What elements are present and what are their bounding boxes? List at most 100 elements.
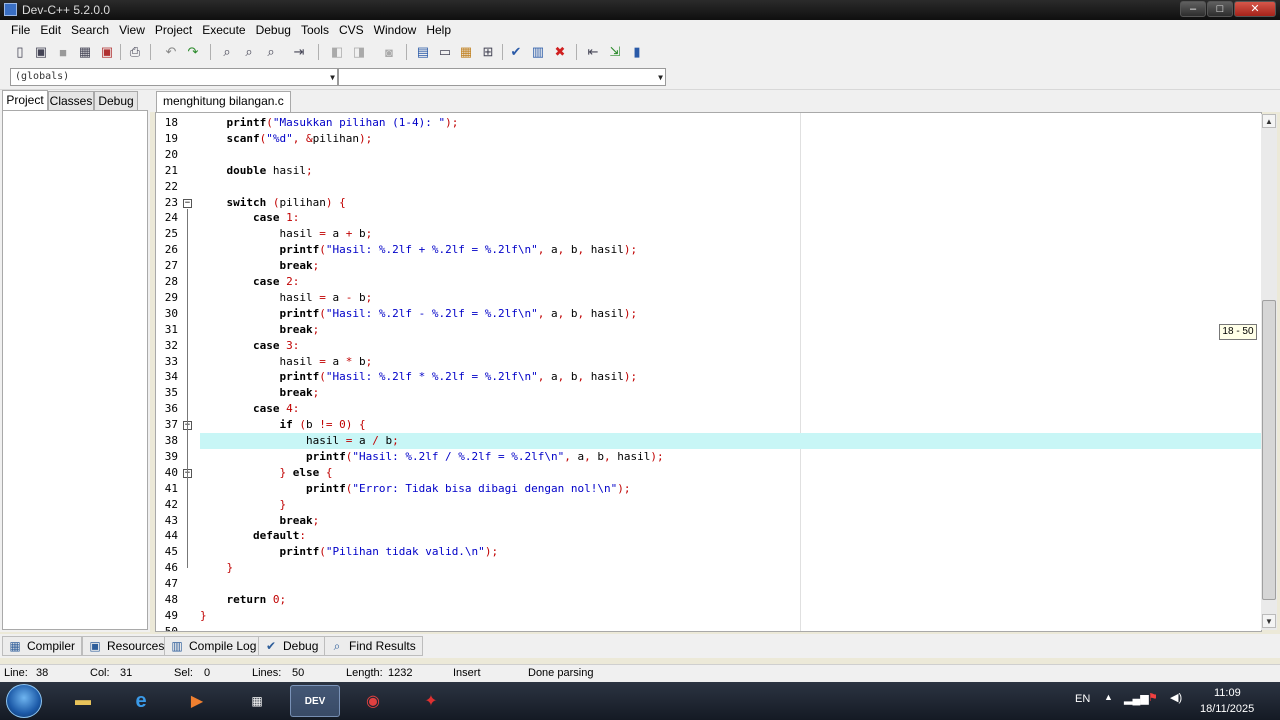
menu-file[interactable]: File bbox=[6, 23, 35, 37]
scroll-up-icon[interactable]: ▲ bbox=[1262, 114, 1276, 128]
language-indicator[interactable]: EN bbox=[1075, 693, 1090, 705]
explorer-icon[interactable]: ▬ bbox=[58, 685, 108, 717]
line-number: 48 bbox=[164, 593, 178, 606]
menu-execute[interactable]: Execute bbox=[197, 23, 250, 37]
file-tab[interactable]: menghitung bilangan.c bbox=[156, 91, 291, 112]
tab-debug-output[interactable]: ✔ Debug bbox=[258, 636, 326, 656]
tab-debug-output-label: Debug bbox=[283, 639, 319, 653]
menu-view[interactable]: View bbox=[114, 23, 150, 37]
bookmark-prev-icon[interactable]: ◧ bbox=[328, 43, 346, 61]
member-dropdown[interactable]: ▼ bbox=[338, 68, 666, 86]
menu-cvs[interactable]: CVS bbox=[334, 23, 369, 37]
volume-icon[interactable]: ◀) bbox=[1170, 691, 1182, 704]
rebuild-icon[interactable]: ✖ bbox=[551, 43, 569, 61]
code-line: } else { bbox=[279, 465, 333, 479]
vertical-scrollbar[interactable]: ▲ ▼ bbox=[1261, 114, 1277, 630]
status-sel-value: 0 bbox=[204, 667, 211, 679]
calendar-icon[interactable]: ▦ bbox=[232, 685, 282, 717]
line-number: 42 bbox=[164, 497, 178, 511]
tab-find-results[interactable]: ⌕ Find Results bbox=[324, 636, 423, 656]
scrollbar-thumb[interactable] bbox=[1262, 300, 1276, 600]
devcpp-taskbar-button[interactable]: DEV bbox=[290, 685, 340, 717]
menu-project[interactable]: Project bbox=[150, 23, 197, 37]
fold-guide-line bbox=[187, 208, 188, 569]
code-line: hasil = a + b; bbox=[279, 227, 373, 241]
status-insert-mode: Insert bbox=[453, 667, 481, 679]
code-line: hasil = a - b; bbox=[279, 290, 373, 304]
media-player-icon[interactable]: ▶ bbox=[172, 685, 222, 717]
scope-dropdown[interactable]: (globals) ▼ bbox=[10, 68, 338, 86]
undo-icon[interactable]: ↶ bbox=[162, 43, 180, 61]
chrome-icon[interactable]: ◉ bbox=[348, 685, 398, 717]
start-button[interactable] bbox=[6, 684, 42, 718]
save-all-icon[interactable]: ▦ bbox=[76, 43, 94, 61]
new-file-icon[interactable]: ▯ bbox=[11, 43, 29, 61]
tab-classes[interactable]: Classes bbox=[48, 91, 94, 110]
bookmark-next-icon[interactable]: ◨ bbox=[350, 43, 368, 61]
tab-debug[interactable]: Debug bbox=[94, 91, 138, 110]
menu-help[interactable]: Help bbox=[421, 23, 456, 37]
toolbar: ▯ ▣ ■ ▦ ▣ ⎙ ↶ ↷ ⌕ ⌕ ⌕ ⇥ ◧ ◨ ◙ ▤ ▭ ▦ ⊞ ✔ … bbox=[0, 40, 1280, 64]
code-line: case 4: bbox=[252, 402, 300, 416]
tab-project[interactable]: Project bbox=[2, 90, 48, 111]
find-results-icon: ⌕ bbox=[333, 639, 341, 653]
devcpp-app-icon bbox=[4, 3, 17, 16]
close-button[interactable]: ✕ bbox=[1234, 1, 1276, 17]
close-file-icon[interactable]: ▣ bbox=[98, 43, 116, 61]
line-number: 28 bbox=[164, 275, 178, 288]
menu-window[interactable]: Window bbox=[369, 23, 422, 37]
find-next-icon[interactable]: ⌕ bbox=[262, 43, 280, 61]
clock-time[interactable]: 11:09 bbox=[1214, 687, 1241, 699]
class-browser-icon[interactable]: ⊞ bbox=[479, 43, 497, 61]
compile-log-chart-icon: ▥ bbox=[171, 639, 183, 653]
insert-icon[interactable]: ▭ bbox=[436, 43, 454, 61]
redo-icon[interactable]: ↷ bbox=[184, 43, 202, 61]
line-number: 36 bbox=[164, 402, 178, 416]
replace-icon[interactable]: ⌕ bbox=[240, 43, 258, 61]
toolbar-separator bbox=[210, 44, 211, 60]
maximize-button[interactable]: □ bbox=[1207, 1, 1233, 17]
line-number: 32 bbox=[164, 338, 178, 352]
action-center-flag-icon[interactable]: ⚑ bbox=[1148, 691, 1158, 704]
menu-search[interactable]: Search bbox=[66, 23, 114, 37]
find-icon[interactable]: ⌕ bbox=[218, 43, 236, 61]
goto-line-icon[interactable]: ⇥ bbox=[290, 43, 308, 61]
acrobat-icon[interactable]: ✦ bbox=[406, 685, 456, 717]
code-line: } bbox=[279, 497, 287, 511]
project-tree[interactable] bbox=[2, 110, 148, 630]
line-number: 47 bbox=[164, 577, 178, 591]
code-line: hasil = a / b; bbox=[305, 434, 399, 447]
tab-compile-log[interactable]: ▥ Compile Log bbox=[164, 636, 264, 656]
run-icon[interactable]: ▥ bbox=[529, 43, 547, 61]
clock-date[interactable]: 18/11/2025 bbox=[1200, 703, 1254, 715]
code-editor[interactable]: 18 19 20 21 22 23−24 25 26 27 28 29 30 31 32 33 34 35 36 3… bbox=[155, 112, 1262, 632]
new-project-icon[interactable]: ▤ bbox=[414, 43, 432, 61]
line-number: 23 bbox=[164, 195, 178, 209]
print-icon[interactable]: ⎙ bbox=[126, 43, 144, 61]
tab-find-results-label: Find Results bbox=[349, 639, 416, 653]
menu-debug[interactable]: Debug bbox=[251, 23, 296, 37]
toggle-bookmark-icon[interactable]: ▦ bbox=[457, 43, 475, 61]
scroll-down-icon[interactable]: ▼ bbox=[1262, 614, 1276, 628]
tab-compiler[interactable]: ▦ Compiler bbox=[2, 636, 83, 656]
status-lines-value: 50 bbox=[292, 667, 305, 679]
save-icon[interactable]: ■ bbox=[54, 43, 72, 61]
fold-collapse-icon[interactable]: − bbox=[183, 198, 192, 208]
minimize-button[interactable]: – bbox=[1180, 1, 1206, 17]
tab-resources[interactable]: ▣ Resources bbox=[82, 636, 172, 656]
bookmark-add-icon[interactable]: ◙ bbox=[380, 43, 398, 61]
network-signal-icon[interactable]: ▂▄▆ bbox=[1124, 692, 1149, 705]
internet-explorer-icon[interactable]: e bbox=[116, 685, 166, 717]
debug-icon[interactable]: ⇤ bbox=[584, 43, 602, 61]
line-number: 38 bbox=[164, 434, 178, 447]
menu-tools[interactable]: Tools bbox=[296, 23, 334, 37]
compile-icon[interactable]: ✔ bbox=[507, 43, 525, 61]
code-line: printf("Hasil: %.2lf / %.2lf = %.2lf\n",… bbox=[305, 449, 664, 463]
menu-edit[interactable]: Edit bbox=[35, 23, 66, 37]
exit-icon[interactable]: ⇲ bbox=[606, 43, 624, 61]
tray-expand-icon[interactable]: ▲ bbox=[1104, 692, 1113, 702]
line-number: 25 bbox=[164, 227, 178, 241]
help-icon[interactable]: ▮ bbox=[628, 43, 646, 61]
code-line: printf("Pilihan tidak valid.\n"); bbox=[279, 545, 499, 559]
open-icon[interactable]: ▣ bbox=[32, 43, 50, 61]
